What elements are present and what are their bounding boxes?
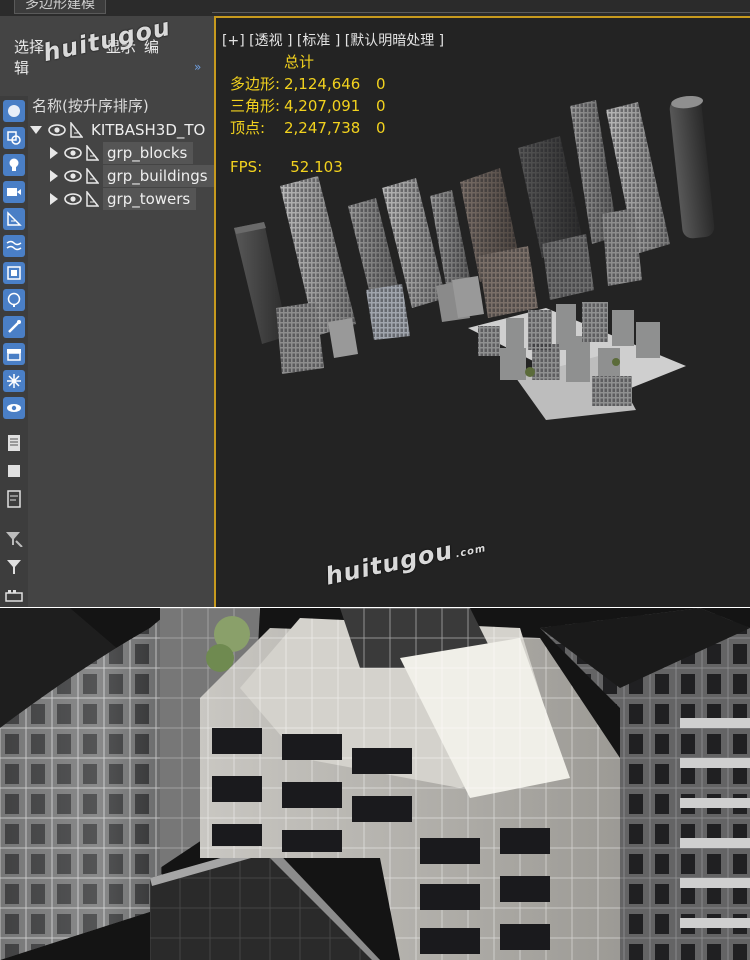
closeup-building-render	[0, 608, 750, 960]
stats-row: 顶点: 2,247,738 0	[230, 117, 386, 139]
perspective-viewport[interactable]: [+] [透视 ] [标准 ] [默认明暗处理 ] 总计 多边形: 2,124,6…	[214, 16, 750, 607]
frozen-icon[interactable]	[3, 370, 25, 392]
collapse-arrow-icon[interactable]	[30, 126, 42, 134]
stats-key: 三角形:	[230, 97, 281, 115]
expand-chevron-icon[interactable]: »	[194, 60, 201, 74]
stats-selected: 0	[376, 75, 386, 93]
stats-selected: 0	[376, 119, 386, 137]
spacewarp-icon[interactable]	[3, 235, 25, 257]
group-icon[interactable]	[3, 262, 25, 284]
viewport-label-menu[interactable]: [+] [透视 ] [标准 ] [默认明暗处理 ]	[222, 30, 444, 50]
stats-total-label: 总计	[284, 53, 315, 71]
title-separator	[212, 12, 750, 13]
expand-arrow-icon[interactable]	[50, 193, 58, 205]
stats-value: 2,124,646	[284, 75, 361, 93]
container-icon[interactable]	[3, 343, 25, 365]
layer-icon	[70, 122, 83, 138]
fps-readout: FPS: 52.103	[230, 158, 343, 176]
visibility-eye-icon[interactable]	[64, 193, 82, 205]
expand-arrow-icon[interactable]	[50, 170, 58, 182]
expand-arrow-icon[interactable]	[50, 147, 58, 159]
tree-root-label[interactable]: KITBASH3D_TO	[87, 121, 205, 139]
explorer-tool-strip	[0, 96, 28, 607]
stats-key: 多边形:	[230, 75, 281, 93]
light-icon[interactable]	[3, 154, 25, 176]
funnel-icon[interactable]	[3, 556, 25, 578]
stats-row: 多边形: 2,124,646 0	[230, 73, 386, 95]
tree-child-label[interactable]: grp_towers	[103, 188, 197, 210]
display-square-icon[interactable]	[3, 460, 25, 482]
stats-value: 4,207,091	[284, 97, 361, 115]
stats-selected: 0	[376, 97, 386, 115]
tree-row-root[interactable]: KITBASH3D_TO	[30, 119, 205, 141]
fps-value: 52.103	[290, 158, 343, 176]
helper-icon[interactable]	[3, 208, 25, 230]
layer-icon	[86, 168, 99, 184]
window-title-tab[interactable]: 多边形建模	[14, 0, 106, 14]
menu-select[interactable]: 选择	[14, 38, 44, 56]
fps-label: FPS:	[230, 158, 263, 176]
tree-row-child[interactable]: grp_towers	[50, 188, 197, 210]
layer-manager-icon[interactable]	[3, 584, 25, 606]
display-details-icon[interactable]	[3, 488, 25, 510]
camera-icon[interactable]	[3, 181, 25, 203]
tree-row-child[interactable]: grp_blocks	[50, 142, 194, 164]
shapes-icon[interactable]	[3, 127, 25, 149]
layer-icon	[86, 191, 99, 207]
visibility-eye-icon[interactable]	[48, 124, 66, 136]
tree-row-child[interactable]: grp_buildings	[50, 165, 214, 187]
bone-icon[interactable]	[3, 316, 25, 338]
stats-value: 2,247,738	[284, 119, 361, 137]
tree-column-header[interactable]: 名称(按升序排序)	[32, 95, 149, 116]
scene-statistics: 总计 多边形: 2,124,646 0 三角形: 4,207,091 0 顶点: 2,24…	[230, 51, 386, 139]
visibility-eye-icon[interactable]	[64, 170, 82, 182]
title-bar: 多边形建模	[0, 0, 750, 16]
watermark-suffix: .com	[454, 543, 488, 561]
geometry-icon[interactable]	[3, 100, 25, 122]
scene-explorer-panel: 选择 显示 编辑 » 名称(按升序排序) KITBASH3D_TO grp_bl…	[0, 13, 214, 607]
tree-child-label[interactable]: grp_blocks	[103, 142, 194, 164]
stats-key: 顶点:	[230, 119, 266, 137]
stats-row: 三角形: 4,207,091 0	[230, 95, 386, 117]
tree-child-label[interactable]: grp_buildings	[103, 165, 214, 187]
xref-icon[interactable]	[3, 289, 25, 311]
scene-app: 多边形建模 选择 显示 编辑 » 名称(按升序排序) KITBASH3D_TO …	[0, 0, 750, 607]
layer-icon	[86, 145, 99, 161]
visibility-eye-icon[interactable]	[64, 147, 82, 159]
hidden-icon[interactable]	[3, 397, 25, 419]
display-list-icon[interactable]	[3, 432, 25, 454]
filter-icon[interactable]	[3, 528, 25, 550]
closeup-render	[0, 608, 750, 960]
